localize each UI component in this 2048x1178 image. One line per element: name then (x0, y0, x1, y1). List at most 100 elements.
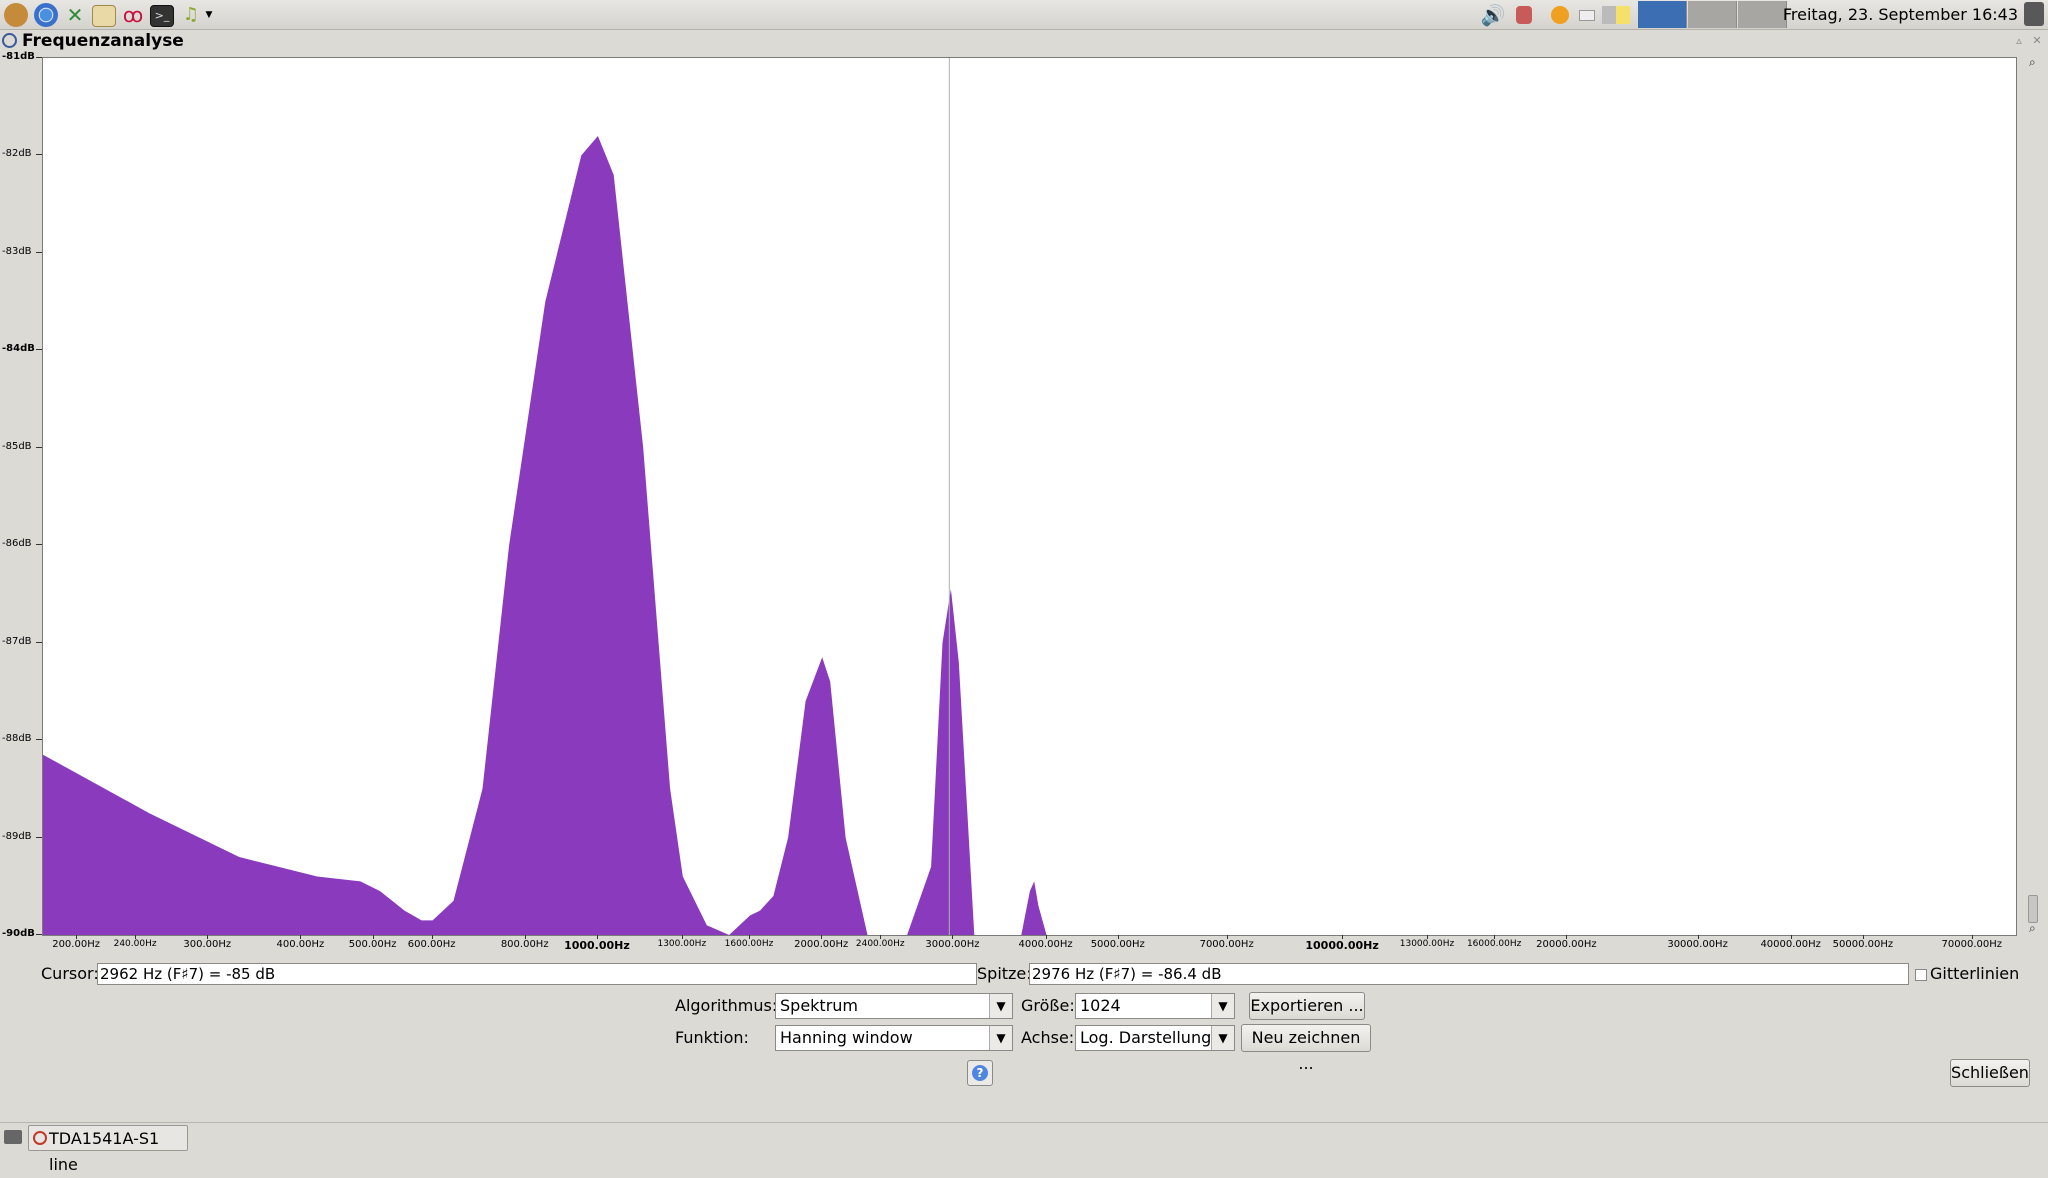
taskbar-item[interactable]: TDA1541A-S1 line (28, 1125, 188, 1174)
x-tick-label: 10000.00Hz (1305, 939, 1379, 952)
cursor-field[interactable]: 2962 Hz (F♯7) = -85 dB (97, 963, 977, 985)
x-tick (821, 935, 823, 939)
axis-label: Achse: (1021, 1028, 1075, 1047)
zoom-out-icon[interactable]: ⌕ (2029, 921, 2036, 936)
close-button[interactable]: Schließen (1950, 1059, 2030, 1087)
zoom-in-icon[interactable]: ⌕ (2029, 55, 2036, 70)
peak-field[interactable]: 2976 Hz (F♯7) = -86.4 dB (1029, 963, 1909, 985)
axis-value: Log. Darstellung (1080, 1028, 1212, 1047)
y-tick-label: -85dB (2, 440, 32, 452)
y-tick (36, 446, 42, 448)
monkey-app-icon[interactable] (4, 3, 28, 27)
workspace-1[interactable] (1638, 1, 1687, 28)
workspace-2[interactable] (1688, 1, 1737, 28)
chevron-down-icon[interactable]: ▼ (1211, 1026, 1234, 1050)
function-value: Hanning window (780, 1028, 913, 1047)
size-select[interactable]: 1024 ▼ (1075, 993, 1235, 1019)
show-desktop-icon[interactable] (4, 1130, 22, 1144)
y-tick-label: -84dB (2, 343, 35, 355)
clock[interactable]: Freitag, 23. September 16:43 (1783, 5, 2018, 24)
chevron-down-icon[interactable]: ▼ (203, 3, 215, 27)
headphones-icon (33, 1131, 47, 1145)
x-tick-label: 7000.00Hz (1199, 939, 1254, 950)
y-tick-label: -82dB (2, 148, 32, 160)
x-tick-label: 50000.00Hz (1832, 939, 1894, 950)
help-button[interactable]: ? (967, 1060, 993, 1086)
function-select[interactable]: Hanning window ▼ (775, 1025, 1013, 1051)
x-tick (207, 935, 209, 939)
x-tick-label: 3000.00Hz (925, 939, 980, 950)
size-label: Größe: (1021, 996, 1075, 1015)
taskbar: TDA1541A-S1 line (0, 1122, 2048, 1174)
cursor-label: Cursor: (41, 964, 99, 983)
grid-checkbox[interactable] (1915, 969, 1927, 981)
x-tick-label: 5000.00Hz (1090, 939, 1145, 950)
x-tick-label: 1600.00Hz (724, 939, 774, 949)
x-tick (1697, 935, 1699, 939)
x-tick (135, 935, 137, 939)
chevron-down-icon[interactable]: ▼ (989, 994, 1012, 1018)
x-tick (1862, 935, 1864, 939)
terminal-icon[interactable]: >_ (150, 5, 174, 27)
x-tick (1494, 935, 1496, 939)
peak-label: Spitze: (977, 964, 1032, 983)
power-icon[interactable] (2024, 2, 2044, 26)
zoom-slider-thumb[interactable] (2028, 895, 2038, 923)
y-tick (36, 154, 42, 156)
x-tick (1226, 935, 1228, 939)
x-tick (76, 935, 78, 939)
replot-button[interactable]: Neu zeichnen ... (1241, 1024, 1371, 1073)
x-tick-label: 30000.00Hz (1667, 939, 1728, 950)
axis-select[interactable]: Log. Darstellung ▼ (1075, 1025, 1235, 1051)
workspace-3[interactable] (1738, 1, 1787, 28)
size-value: 1024 (1080, 996, 1121, 1015)
y-tick (36, 641, 42, 643)
window-titlebar: Frequenzanalyse (0, 30, 2048, 52)
network-icon[interactable] (1578, 3, 1596, 27)
chevron-down-icon[interactable]: ▼ (1211, 994, 1234, 1018)
spectrum-plot[interactable] (42, 57, 2017, 936)
y-tick-label: -90dB (2, 928, 35, 939)
chevron-down-icon[interactable]: ▼ (989, 1026, 1012, 1050)
export-button[interactable]: Exportieren ... (1249, 992, 1365, 1020)
recorder-icon[interactable] (1513, 3, 1535, 27)
close-icon[interactable]: ✕ (2030, 34, 2044, 48)
algorithm-select[interactable]: Spektrum ▼ (775, 993, 1013, 1019)
zoom-scrollbar[interactable] (2027, 57, 2038, 934)
y-tick-label: -88dB (2, 733, 32, 745)
y-tick (36, 934, 42, 935)
tools-icon[interactable]: ✕ (63, 3, 87, 27)
music-icon[interactable]: ♫ (179, 3, 203, 27)
y-tick (36, 544, 42, 546)
x-tick-label: 70000.00Hz (1941, 939, 2003, 950)
chromium-icon[interactable] (34, 3, 58, 27)
x-tick (681, 935, 683, 939)
y-tick-label: -89dB (2, 830, 32, 842)
text-editor-icon[interactable] (92, 5, 116, 27)
x-tick-label: 600.00Hz (407, 939, 456, 950)
volume-icon[interactable]: 🔊 (1480, 3, 1506, 27)
x-tick (596, 935, 598, 939)
headphones-icon (2, 33, 17, 48)
x-tick-label: 13000.00Hz (1399, 939, 1455, 949)
x-tick (1566, 935, 1568, 939)
y-tick-label: -86dB (2, 538, 32, 550)
y-tick (36, 836, 42, 838)
x-tick (524, 935, 526, 939)
algorithm-value: Spektrum (780, 996, 858, 1015)
y-tick (36, 57, 42, 58)
notes-icon[interactable] (1598, 3, 1634, 27)
x-tick-label: 500.00Hz (348, 939, 397, 950)
weather-icon[interactable] (1548, 3, 1572, 27)
y-tick-label: -87dB (2, 635, 32, 647)
restore-icon[interactable]: ▵ (2012, 34, 2026, 48)
y-tick (36, 739, 42, 741)
x-tick-label: 1300.00Hz (657, 939, 707, 949)
x-tick-label: 40000.00Hz (1760, 939, 1821, 950)
grid-label[interactable]: Gitterlinien (1930, 964, 2019, 983)
debian-icon[interactable]: ꝏ (121, 3, 145, 27)
x-tick-label: 2000.00Hz (794, 939, 849, 950)
x-tick (952, 935, 954, 939)
x-tick-label: 300.00Hz (183, 939, 232, 950)
x-tick (1790, 935, 1792, 939)
